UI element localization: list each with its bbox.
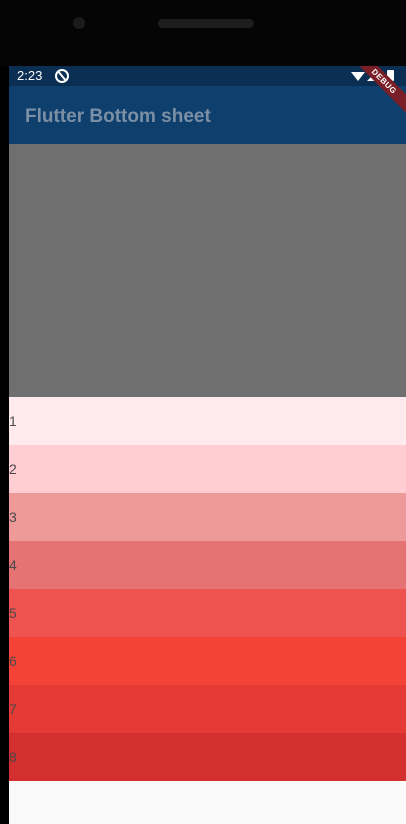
list-item-label: 6: [9, 653, 17, 669]
list-item[interactable]: 7: [9, 685, 406, 733]
status-time: 2:23: [17, 68, 43, 83]
notification-icon: [55, 69, 69, 83]
list-item[interactable]: 2: [9, 445, 406, 493]
list-item-label: 8: [9, 749, 17, 765]
list-item-label: 4: [9, 557, 17, 573]
speaker-grille: [158, 19, 254, 28]
bottom-sheet-list: 1 2 3 4 5 6 7 8: [9, 397, 406, 781]
modal-barrier[interactable]: [9, 144, 406, 397]
list-item-label: 1: [9, 413, 17, 429]
device-screen: 2:23 Flutter Bottom sheet DEBUG 1 2 3 4 …: [9, 66, 406, 824]
app-bar: Flutter Bottom sheet: [9, 86, 406, 144]
list-item[interactable]: 8: [9, 733, 406, 781]
device-bezel: [0, 0, 406, 66]
list-item[interactable]: 6: [9, 637, 406, 685]
status-bar: 2:23: [9, 66, 406, 86]
list-item[interactable]: 1: [9, 397, 406, 445]
camera-icon: [73, 17, 85, 29]
list-item[interactable]: 4: [9, 541, 406, 589]
bottom-area: [9, 782, 406, 824]
list-item[interactable]: 3: [9, 493, 406, 541]
list-item-label: 3: [9, 509, 17, 525]
list-item-label: 2: [9, 461, 17, 477]
list-item-label: 7: [9, 701, 17, 717]
wifi-icon: [351, 72, 365, 81]
page-title: Flutter Bottom sheet: [25, 106, 211, 127]
list-item[interactable]: 5: [9, 589, 406, 637]
list-item-label: 5: [9, 605, 17, 621]
